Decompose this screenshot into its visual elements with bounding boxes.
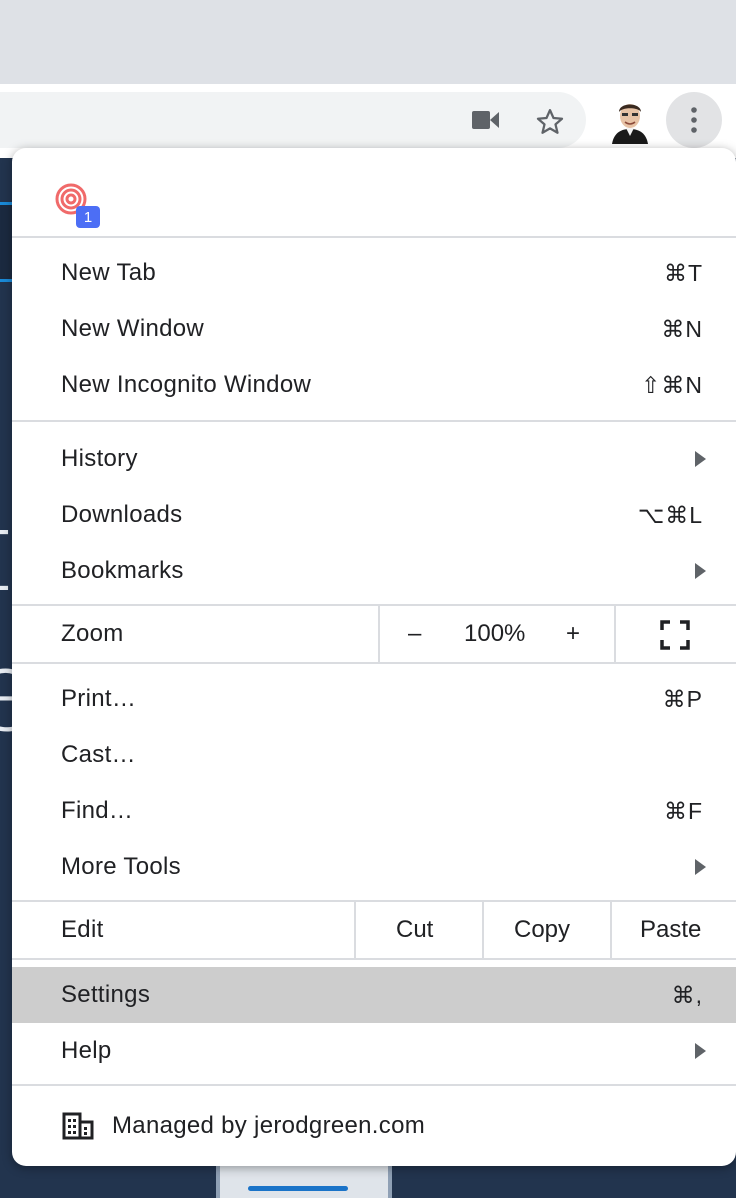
menu-separator: [12, 420, 736, 422]
zoom-row: Zoom – 100% +: [12, 606, 736, 662]
zoom-label: Zoom: [61, 620, 124, 647]
menu-item-shortcut: ⌥⌘L: [637, 501, 703, 528]
menu-extensions-row: 1: [12, 148, 736, 238]
menu-item-label: More Tools: [61, 853, 181, 880]
menu-item-print[interactable]: Print… ⌘P: [12, 671, 736, 727]
building-icon: [62, 1112, 94, 1142]
menu-item-find[interactable]: Find… ⌘F: [12, 783, 736, 839]
menu-separator: [12, 958, 736, 960]
menu-item-bookmarks[interactable]: Bookmarks: [12, 543, 736, 599]
menu-item-more-tools[interactable]: More Tools: [12, 839, 736, 895]
menu-item-shortcut: ⇧⌘N: [641, 371, 703, 398]
zoom-divider: [378, 606, 380, 662]
menu-item-label: Bookmarks: [61, 557, 184, 584]
tab-strip: [0, 0, 736, 84]
menu-item-settings[interactable]: Settings ⌘,: [12, 967, 736, 1023]
menu-item-downloads[interactable]: Downloads ⌥⌘L: [12, 487, 736, 543]
menu-separator: [12, 1084, 736, 1086]
menu-item-new-window[interactable]: New Window ⌘N: [12, 301, 736, 357]
zoom-in-button[interactable]: +: [566, 620, 580, 648]
edit-label: Edit: [61, 916, 104, 943]
submenu-arrow-icon: [695, 859, 706, 875]
page-card-bar: [248, 1186, 348, 1191]
menu-item-cast[interactable]: Cast…: [12, 727, 736, 783]
menu-item-label: New Incognito Window: [61, 371, 312, 398]
edit-divider: [482, 902, 484, 958]
menu-item-label: New Window: [61, 315, 205, 342]
menu-item-new-tab[interactable]: New Tab ⌘T: [12, 245, 736, 301]
star-icon[interactable]: [532, 104, 568, 140]
menu-separator: [12, 662, 736, 664]
menu-item-label: New Tab: [61, 259, 157, 286]
menu-separator: [12, 236, 736, 238]
menu-item-shortcut: ⌘T: [663, 259, 703, 286]
menu-item-new-incognito-window[interactable]: New Incognito Window ⇧⌘N: [12, 357, 736, 413]
submenu-arrow-icon: [695, 1043, 706, 1059]
menu-item-help[interactable]: Help: [12, 1023, 736, 1079]
submenu-arrow-icon: [695, 451, 706, 467]
menu-item-label: Downloads: [61, 501, 183, 528]
zoom-out-button[interactable]: –: [408, 620, 421, 648]
chrome-menu: 1 New Tab ⌘T New Window ⌘N New Incognito…: [12, 148, 736, 1166]
submenu-arrow-icon: [695, 563, 706, 579]
paste-button[interactable]: Paste: [640, 916, 701, 944]
three-dot-menu-icon[interactable]: [666, 92, 722, 148]
copy-button[interactable]: Copy: [514, 916, 570, 944]
cut-button[interactable]: Cut: [396, 916, 433, 944]
page-card: [216, 1166, 392, 1198]
video-camera-icon[interactable]: [470, 106, 502, 134]
menu-item-shortcut: ⌘F: [663, 797, 703, 824]
menu-item-history[interactable]: History: [12, 431, 736, 487]
edit-row: Edit Cut Copy Paste: [12, 902, 736, 958]
fullscreen-icon[interactable]: [660, 620, 690, 650]
extension-badge: 1: [76, 206, 100, 228]
menu-item-shortcut: ⌘N: [661, 315, 703, 342]
zoom-level: 100%: [464, 620, 526, 647]
menu-item-label: History: [61, 445, 138, 472]
avatar[interactable]: [608, 96, 652, 144]
menu-item-shortcut: ⌘P: [662, 685, 703, 712]
zoom-divider: [614, 606, 616, 662]
managed-by-label[interactable]: Managed by jerodgreen.com: [112, 1112, 425, 1142]
menu-item-label: Cast…: [61, 741, 136, 768]
browser-toolbar: [0, 84, 736, 158]
menu-item-label: Print…: [61, 685, 137, 712]
edit-divider: [610, 902, 612, 958]
menu-item-shortcut: ⌘,: [671, 981, 703, 1008]
menu-item-label: Help: [61, 1037, 112, 1064]
edit-divider: [354, 902, 356, 958]
menu-item-label: Find…: [61, 797, 134, 824]
menu-item-label: Settings: [61, 981, 151, 1008]
